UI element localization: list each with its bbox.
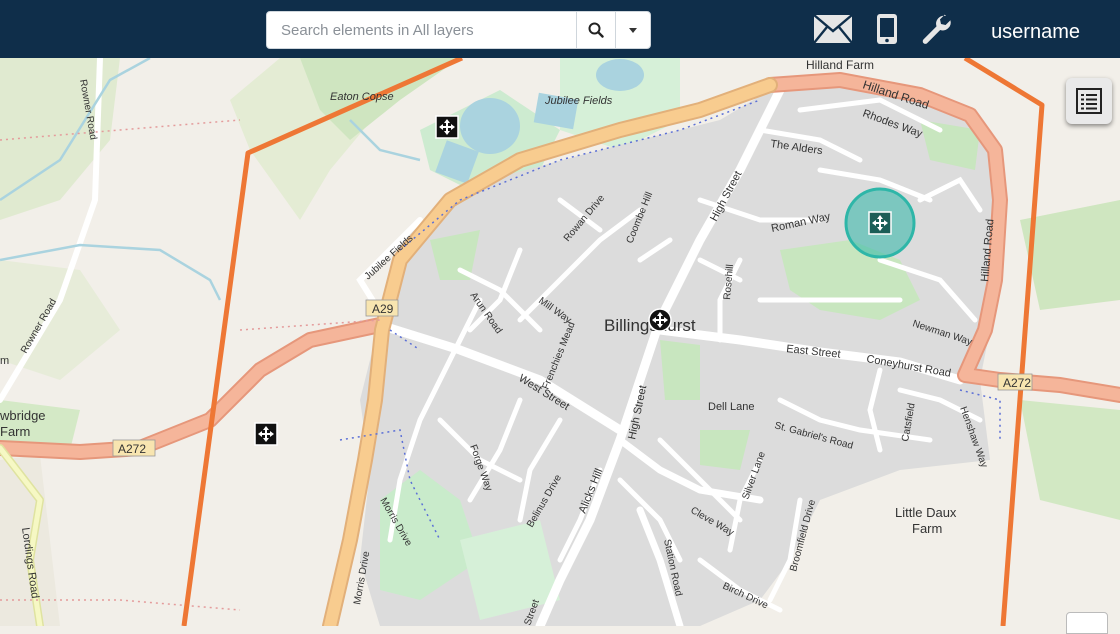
label-a272-east: A272 bbox=[1003, 376, 1031, 390]
mobile-button[interactable] bbox=[876, 12, 898, 46]
center-marker[interactable] bbox=[648, 308, 672, 332]
selected-marker[interactable] bbox=[844, 187, 916, 259]
label-little-daux: Little Daux bbox=[895, 505, 957, 520]
pan-marker-1[interactable] bbox=[435, 115, 459, 139]
username-menu[interactable]: username bbox=[991, 0, 1080, 58]
label-rowbridge: wbridge bbox=[0, 408, 46, 423]
search-scope-dropdown[interactable] bbox=[615, 12, 650, 48]
label-eaton-copse: Eaton Copse bbox=[330, 91, 394, 103]
label-hilland-farm: Hilland Farm bbox=[806, 58, 874, 72]
search-icon bbox=[588, 22, 604, 38]
mail-icon bbox=[813, 14, 853, 44]
top-navbar: username bbox=[0, 0, 1120, 58]
map-canvas[interactable]: A29 A272 A272 Hilland Farm Hilland Road … bbox=[0, 58, 1120, 626]
settings-button[interactable] bbox=[920, 12, 952, 46]
mobile-icon bbox=[877, 14, 897, 44]
label-jubilee-fields-park: Jubilee Fields bbox=[544, 95, 613, 107]
chevron-down-icon bbox=[629, 27, 637, 33]
messages-button[interactable] bbox=[813, 12, 853, 46]
layers-panel-button[interactable] bbox=[1066, 78, 1112, 124]
search-button[interactable] bbox=[576, 12, 615, 48]
pan-marker-2[interactable] bbox=[254, 422, 278, 446]
search-box bbox=[266, 11, 651, 49]
label-m-stub: m bbox=[0, 355, 9, 367]
label-dell-lane: Dell Lane bbox=[708, 401, 754, 413]
label-a272: A272 bbox=[118, 442, 146, 456]
search-input[interactable] bbox=[267, 12, 576, 48]
zoom-in-button[interactable] bbox=[1066, 612, 1108, 634]
map-view[interactable]: A29 A272 A272 Hilland Farm Hilland Road … bbox=[0, 58, 1120, 626]
list-icon bbox=[1076, 88, 1102, 114]
label-rowbridge-farm: Farm bbox=[0, 424, 30, 439]
label-a29: A29 bbox=[372, 302, 394, 316]
wrench-icon bbox=[922, 14, 951, 44]
label-little-daux-farm: Farm bbox=[912, 521, 942, 536]
